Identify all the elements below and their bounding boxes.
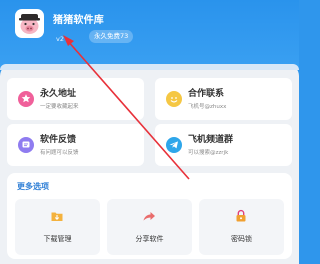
card-title: 软件反馈 [40, 135, 77, 145]
tile-label: 密码锁 [231, 235, 252, 243]
tile-label: 下载管理 [43, 235, 72, 243]
card-subtitle: 可以搜索@zzrjk [188, 150, 229, 156]
card-subtitle: 一定要收藏起来 [40, 104, 79, 110]
app-title: 猪猪软件库 [53, 15, 104, 26]
card-title: 永久地址 [40, 89, 77, 99]
more-options-title: 更多选项 [17, 182, 49, 191]
more-options-section: 更多选项 下载管理 分享软件 密码锁 [7, 173, 292, 259]
star-icon [18, 91, 34, 107]
feedback-card[interactable]: 软件反馈 有问题可以反馈 [7, 124, 144, 166]
share-software-button[interactable]: 分享软件 [107, 199, 192, 255]
feedback-icon [18, 137, 34, 153]
download-manager-button[interactable]: 下载管理 [15, 199, 100, 255]
app-logo-icon [15, 9, 44, 38]
contact-card[interactable]: 合作联系 飞机号@zhuxx [155, 78, 292, 120]
card-subtitle: 飞机号@zhuxx [188, 104, 227, 110]
version-label: v2 [56, 35, 64, 43]
card-subtitle: 有问题可以反馈 [40, 150, 79, 156]
panel-top-strip [0, 64, 299, 70]
share-icon [142, 208, 156, 222]
telegram-channel-card[interactable]: 飞机频道群 可以搜索@zzrjk [155, 124, 292, 166]
download-folder-icon [50, 208, 64, 222]
card-title: 合作联系 [188, 89, 225, 99]
tile-label: 分享软件 [135, 235, 164, 243]
password-lock-button[interactable]: 密码锁 [199, 199, 284, 255]
card-title: 飞机频道群 [188, 135, 234, 145]
lock-icon [234, 208, 248, 222]
smile-icon [166, 91, 182, 107]
free-badge: 永久免费73 [89, 30, 134, 43]
telegram-icon [166, 137, 182, 153]
app-header: 猪猪软件库 v2 永久免费73 [0, 0, 299, 70]
permanent-address-card[interactable]: 永久地址 一定要收藏起来 [7, 78, 144, 120]
